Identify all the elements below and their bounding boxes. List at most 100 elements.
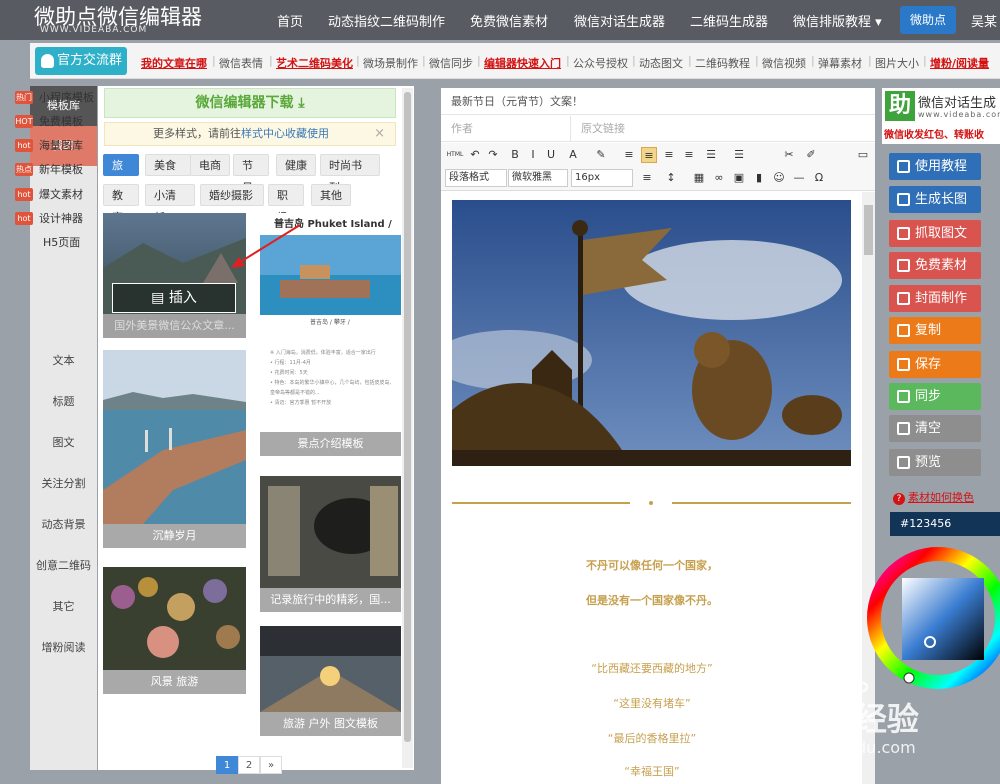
align-left-icon[interactable]: ≡	[621, 147, 637, 163]
category-tag[interactable]: 职场	[268, 184, 304, 224]
category-tag[interactable]: 健康	[276, 154, 316, 176]
image-icon[interactable]: ▣	[731, 170, 747, 186]
category-tag[interactable]: 教育	[103, 184, 139, 224]
sidebar-item[interactable]: 创意二维码	[30, 546, 97, 586]
nav-item-tutorials[interactable]: 微信排版教程 ▾	[793, 11, 882, 30]
sidebar-item[interactable]: 标题	[30, 382, 97, 422]
template-card-scenery[interactable]: 风景 旅游	[103, 567, 246, 694]
template-scroll-thumb[interactable]	[404, 92, 411, 742]
quick-link[interactable]: 编辑器快速入门	[484, 55, 561, 71]
category-tag[interactable]: 小清新	[145, 184, 195, 224]
sidebar-item[interactable]: 动态背景	[30, 505, 97, 545]
template-card-outdoor[interactable]: 旅游 户外 图文模板	[260, 626, 401, 736]
bold-icon[interactable]: B	[507, 147, 523, 163]
source-link-input[interactable]: 原文链接	[571, 116, 875, 142]
video-icon[interactable]: ▮	[751, 170, 767, 186]
nav-item-home[interactable]: 首页	[277, 11, 303, 30]
font-family-select[interactable]: 微软雅黑	[508, 169, 568, 187]
category-tag[interactable]: 其他	[311, 184, 351, 206]
quick-link[interactable]: 弹幕素材	[818, 55, 862, 71]
unordered-list-icon[interactable]: ☰	[703, 147, 719, 163]
paragraph-format-select[interactable]: 段落格式	[445, 169, 507, 187]
action-button[interactable]: 封面制作	[889, 285, 981, 312]
category-tag[interactable]: 婚纱摄影	[200, 184, 264, 206]
category-tag[interactable]: 美食	[145, 154, 191, 176]
quick-link[interactable]: 二维码教程	[695, 55, 750, 71]
nav-item-qr-generator[interactable]: 二维码生成器	[690, 11, 768, 30]
undo-icon[interactable]: ↶	[467, 147, 483, 163]
link-icon[interactable]: ∞	[711, 170, 727, 186]
sidebar-sub-item[interactable]: 设计神器	[39, 210, 83, 226]
nav-item-free-materials[interactable]: 免费微信素材	[470, 11, 548, 30]
quick-link[interactable]: 微信视频	[762, 55, 806, 71]
sidebar-sub-item[interactable]: 免费模板	[39, 113, 83, 129]
user-name[interactable]: 吴某	[971, 11, 997, 30]
page-button[interactable]: 1	[216, 756, 238, 774]
color-help-link[interactable]: ? 素材如何换色	[893, 489, 974, 505]
sidebar-item[interactable]: 图文	[30, 423, 97, 463]
align-justify-icon[interactable]: ≡	[681, 147, 697, 163]
page-button[interactable]: 2	[238, 756, 260, 774]
sidebar-item[interactable]: 关注分割	[30, 464, 97, 504]
close-icon[interactable]: ×	[374, 123, 385, 145]
template-card-quiet-years[interactable]: 沉静岁月	[103, 350, 246, 548]
redo-icon[interactable]: ↷	[485, 147, 501, 163]
sidebar-sub-item[interactable]: 爆文素材	[39, 186, 83, 202]
align-center-icon[interactable]: ≡	[641, 147, 657, 163]
action-button[interactable]: 复制	[889, 317, 981, 344]
font-size-select[interactable]: 16px	[571, 169, 633, 187]
align-icon[interactable]: ≡	[639, 170, 655, 186]
quick-link[interactable]: 微信表情	[219, 55, 263, 71]
eraser-icon[interactable]: ✐	[803, 147, 819, 163]
style-center-link[interactable]: 样式中心收藏使用	[241, 127, 329, 140]
color-hex-input[interactable]: #123456	[890, 512, 1000, 536]
category-tag[interactable]: 电商	[190, 154, 230, 176]
quick-link[interactable]: 动态图文	[639, 55, 683, 71]
editor-download-banner[interactable]: 微信编辑器下载 ⤓	[104, 88, 396, 118]
action-button[interactable]: 同步	[889, 383, 981, 410]
sidebar-item[interactable]: 文本	[30, 341, 97, 381]
quick-link[interactable]: 公众号授权	[573, 55, 628, 71]
quick-link[interactable]: 微信同步	[429, 55, 473, 71]
action-button[interactable]: 生成长图	[889, 186, 981, 213]
action-button[interactable]: 预览	[889, 449, 981, 476]
emoji-icon[interactable]: ☺	[771, 170, 787, 186]
action-button[interactable]: 免费素材	[889, 252, 981, 279]
html-source-icon[interactable]: HTML	[445, 147, 465, 163]
line-height-icon[interactable]: ↕	[663, 170, 679, 186]
category-tag[interactable]: 节日	[233, 154, 269, 194]
qq-group-button[interactable]: 官方交流群	[35, 47, 127, 75]
preview-icon[interactable]: ▭	[855, 147, 871, 163]
table-icon[interactable]: ▦	[691, 170, 707, 186]
highlight-icon[interactable]: ✎	[593, 147, 609, 163]
category-tag[interactable]: 旅游	[103, 154, 139, 194]
action-button[interactable]: 抓取图文	[889, 220, 981, 247]
underline-icon[interactable]: U	[543, 147, 559, 163]
ordered-list-icon[interactable]: ☰	[731, 147, 747, 163]
italic-icon[interactable]: I	[525, 147, 541, 163]
sidebar-item[interactable]: 其它	[30, 587, 97, 627]
action-button[interactable]: 使用教程	[889, 153, 981, 180]
page-next-button[interactable]: »	[260, 756, 282, 774]
template-card-travel-record[interactable]: 记录旅行中的精彩，国...	[260, 476, 401, 612]
quick-link[interactable]: 我的文章在哪	[141, 55, 207, 71]
quick-link[interactable]: 增粉/阅读量	[930, 55, 989, 71]
color-picker-wheel[interactable]	[866, 540, 1000, 700]
special-char-icon[interactable]: Ω	[811, 170, 827, 186]
nav-item-chat-generator[interactable]: 微信对话生成器	[574, 11, 665, 30]
sidebar-sub-item[interactable]: 海量图库	[39, 137, 83, 153]
align-right-icon[interactable]: ≡	[661, 147, 677, 163]
horizontal-rule-icon[interactable]: —	[791, 170, 807, 186]
category-tag[interactable]: 时尚书刊	[320, 154, 380, 194]
quick-link[interactable]: 微场景制作	[363, 55, 418, 71]
action-button[interactable]: 保存	[889, 351, 981, 378]
action-button[interactable]: 清空	[889, 415, 981, 442]
insert-button[interactable]: ▤ 插入	[112, 283, 236, 313]
nav-item-dynamic-qr[interactable]: 动态指纹二维码制作	[328, 11, 445, 30]
sidebar-sub-item[interactable]: 小程序模板	[39, 89, 94, 105]
brand-button[interactable]: 微助点	[900, 6, 956, 34]
font-color-icon[interactable]: A	[565, 147, 581, 163]
quick-link[interactable]: 艺术二维码美化	[276, 55, 353, 71]
sidebar-sub-item[interactable]: 新年模板	[39, 161, 83, 177]
sidebar-item[interactable]: 增粉阅读	[30, 628, 97, 668]
